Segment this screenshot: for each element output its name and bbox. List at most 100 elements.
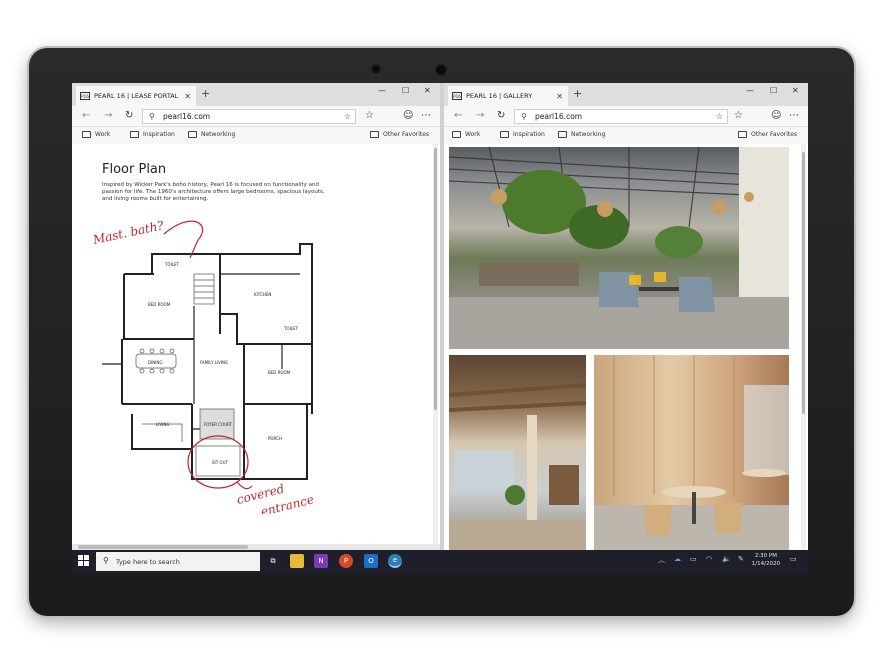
clock-time: 2:30 PM (754, 553, 777, 559)
favorites-list-icon[interactable]: ☆ (365, 110, 374, 121)
vertical-scrollbar[interactable] (433, 144, 438, 550)
new-tab-button[interactable]: + (573, 87, 582, 100)
label-sit-out: SIT OUT (212, 460, 229, 465)
label-kitchen: KITCHEN (254, 292, 271, 297)
close-window-icon[interactable]: ✕ (424, 86, 431, 95)
gallery-photo-dining-area[interactable] (594, 355, 789, 550)
new-tab-button[interactable]: + (201, 87, 210, 100)
ink-note-mast-bath: Mast. bath? (91, 218, 166, 247)
search-placeholder: Type here to search (116, 557, 180, 566)
onenote-icon[interactable]: N (314, 554, 328, 568)
minimize-icon[interactable]: — (378, 86, 386, 95)
favorite-star-icon[interactable]: ☆ (716, 112, 723, 121)
address-bar[interactable]: ⚲ pearl16.com ☆ (514, 109, 728, 124)
favorite-label: Inspiration (513, 131, 545, 138)
tab-gallery[interactable]: P16 PEARL 16 | GALLERY ✕ (448, 86, 568, 106)
label-dining: DINING (148, 360, 163, 365)
site-favicon-icon: P16 (452, 92, 462, 100)
favorite-work[interactable]: Work (82, 131, 110, 138)
close-window-icon[interactable]: ✕ (792, 86, 799, 95)
tab-title: PEARL 16 | GALLERY (466, 92, 533, 100)
camera-sensor-icon (435, 64, 447, 76)
page-content: Floor Plan Inspired by Wicker Park's boh… (72, 144, 440, 550)
back-icon[interactable]: ← (454, 110, 462, 121)
folder-icon (188, 131, 197, 138)
battery-icon[interactable]: ▭ (690, 555, 697, 563)
cafe-scene (449, 383, 586, 550)
favorite-label: Inspiration (143, 131, 175, 138)
label-bedroom-right: BED ROOM (268, 370, 291, 375)
gallery-content (444, 144, 808, 550)
favorite-work[interactable]: Work (452, 131, 480, 138)
label-living: LIVING (156, 422, 169, 427)
close-tab-icon[interactable]: ✕ (556, 92, 563, 101)
feedback-icon[interactable]: ☺ (403, 110, 413, 121)
outlook-icon[interactable]: O (364, 554, 378, 568)
edge-browser-icon[interactable]: e (388, 554, 402, 568)
cloud-icon[interactable]: ☁ (674, 555, 681, 563)
gallery-photo-cafe-seating[interactable] (449, 355, 586, 550)
favorites-bar: Work Inspiration Networking Other Favori… (444, 127, 808, 144)
folder-icon (370, 131, 379, 138)
folder-icon (558, 131, 567, 138)
url-text: pearl16.com (163, 112, 211, 121)
folder-icon (82, 131, 91, 138)
powerpoint-icon[interactable]: P (339, 554, 353, 568)
favorites-list-icon[interactable]: ☆ (734, 110, 743, 121)
tab-lease-portal[interactable]: P16 PEARL 16 | LEASE PORTAL ✕ (76, 86, 196, 106)
more-menu-icon[interactable]: ⋯ (421, 110, 431, 121)
back-icon[interactable]: ← (82, 110, 90, 121)
page-title: Floor Plan (102, 162, 167, 177)
forward-icon[interactable]: → (476, 110, 484, 121)
forward-icon[interactable]: → (104, 110, 112, 121)
favorite-label: Other Favorites (751, 131, 798, 138)
show-hidden-icons-icon[interactable]: ︿ (658, 555, 665, 565)
close-tab-icon[interactable]: ✕ (184, 92, 191, 101)
taskbar: ⚲ Type here to search ⧉ N P O e ︿ ☁ ▭ ◠ … (72, 550, 808, 573)
folder-icon (452, 131, 461, 138)
url-text: pearl16.com (535, 112, 583, 121)
refresh-icon[interactable]: ↻ (497, 110, 505, 121)
scrollbar-thumb[interactable] (434, 148, 437, 410)
tab-strip: P16 PEARL 16 | LEASE PORTAL ✕ + — ☐ ✕ (72, 83, 440, 106)
file-explorer-icon[interactable] (290, 554, 304, 568)
favorite-networking[interactable]: Networking (188, 131, 235, 138)
scrollbar-thumb[interactable] (802, 152, 805, 414)
label-toilet-top: TOILET (164, 262, 180, 267)
gallery-photo-lounge[interactable] (449, 147, 789, 349)
maximize-icon[interactable]: ☐ (770, 86, 777, 95)
more-menu-icon[interactable]: ⋯ (789, 110, 799, 121)
vertical-scrollbar[interactable] (801, 144, 806, 550)
favorite-inspiration[interactable]: Inspiration (500, 131, 545, 138)
minimize-icon[interactable]: — (746, 86, 754, 95)
label-family-living: FAMILY LIVING (200, 360, 228, 365)
dining-scene (594, 355, 789, 550)
pen-icon[interactable]: ✎ (738, 555, 744, 563)
windows-start-icon[interactable] (78, 555, 89, 566)
search-icon: ⚲ (149, 112, 155, 121)
wifi-icon[interactable]: ◠ (706, 555, 712, 563)
favorite-inspiration[interactable]: Inspiration (130, 131, 175, 138)
refresh-icon[interactable]: ↻ (125, 110, 133, 121)
camera-icon (371, 64, 381, 74)
feedback-icon[interactable]: ☺ (771, 110, 781, 121)
address-bar[interactable]: ⚲ pearl16.com ☆ (142, 109, 356, 124)
favorite-label: Work (95, 131, 111, 138)
volume-icon[interactable]: 🔈 (722, 555, 731, 563)
favorite-label: Other Favorites (383, 131, 430, 138)
other-favorites[interactable]: Other Favorites (738, 131, 797, 138)
favorite-networking[interactable]: Networking (558, 131, 605, 138)
site-favicon-icon: P16 (80, 92, 90, 100)
tab-strip: P16 PEARL 16 | GALLERY ✕ + — ☐ ✕ (444, 83, 808, 106)
taskbar-search-box[interactable]: ⚲ Type here to search (96, 552, 260, 571)
favorite-label: Work (465, 131, 481, 138)
floor-plan-drawing: TOILET BED ROOM KITCHEN TOILET DINING FA… (91, 218, 315, 514)
other-favorites[interactable]: Other Favorites (370, 131, 429, 138)
system-clock[interactable]: 2:30 PM 1/14/2020 (752, 552, 780, 568)
task-view-icon[interactable]: ⧉ (266, 554, 280, 568)
favorite-star-icon[interactable]: ☆ (344, 112, 351, 121)
scrollbar-thumb[interactable] (78, 545, 248, 549)
maximize-icon[interactable]: ☐ (402, 86, 409, 95)
label-toilet-right: TOILET (283, 326, 299, 331)
notifications-icon[interactable]: ▭ (790, 555, 797, 563)
